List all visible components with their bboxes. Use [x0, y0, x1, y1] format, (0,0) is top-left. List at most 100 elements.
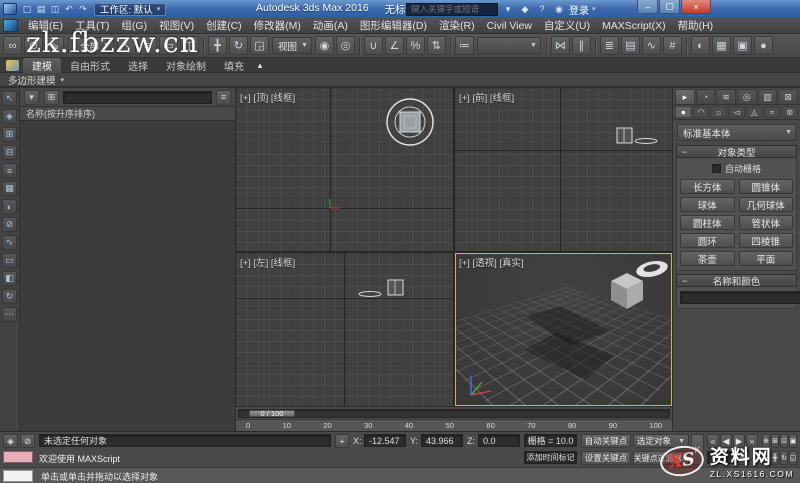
box-and-torus-left-view[interactable]: [358, 275, 410, 301]
object-type-rollout[interactable]: − 对象类型: [676, 145, 797, 159]
tab-selection[interactable]: 选择: [119, 58, 157, 73]
tab-object-paint[interactable]: 对象绘制: [157, 58, 215, 73]
menu-graph-editors[interactable]: 图形编辑器(D): [354, 18, 433, 34]
snaps-toggle-icon[interactable]: ∪: [363, 36, 383, 55]
explorer-grid-icon[interactable]: ▦: [2, 181, 17, 196]
ribbon-minimize-icon[interactable]: ▴: [253, 59, 267, 72]
edit-named-sets-icon[interactable]: ≔: [454, 36, 474, 55]
maxscript-listener-strip[interactable]: [3, 470, 33, 482]
menu-help[interactable]: 帮助(H): [672, 18, 720, 34]
teapot-button[interactable]: 茶壶: [680, 251, 735, 266]
explorer-pin-icon[interactable]: ◈: [2, 109, 17, 124]
y-coordinate-field[interactable]: 43.966: [421, 434, 463, 447]
torus-button[interactable]: 圆环: [680, 233, 735, 248]
auto-key-button[interactable]: 自动关键点: [581, 434, 631, 448]
rendered-frame-icon[interactable]: ▣: [732, 36, 752, 55]
box-and-torus-front-view[interactable]: [615, 124, 661, 150]
render-production-icon[interactable]: ●: [753, 36, 773, 55]
lights-category-icon[interactable]: ☼: [710, 106, 728, 118]
viewport-left-label[interactable]: [+] [左] [线框]: [240, 255, 295, 269]
signin-label[interactable]: 登录: [569, 2, 589, 17]
favorites-icon[interactable]: ◆: [518, 3, 532, 16]
undo-icon[interactable]: ↶: [62, 3, 76, 16]
utilities-tab[interactable]: ⊠: [778, 89, 799, 104]
search-options-icon[interactable]: ▾: [501, 3, 515, 16]
track-bar[interactable]: 0 10 20 30 40 50 60 70 80 90 100: [236, 419, 672, 431]
create-tab[interactable]: ▸: [675, 89, 695, 104]
menu-civil-view[interactable]: Civil View: [481, 18, 538, 34]
display-tab[interactable]: ▥: [757, 89, 778, 104]
tube-button[interactable]: 管状体: [738, 215, 793, 230]
z-coordinate-field[interactable]: 0.0: [478, 434, 520, 447]
cameras-category-icon[interactable]: ◅: [728, 106, 745, 118]
render-setup-icon[interactable]: ▦: [711, 36, 731, 55]
save-file-icon[interactable]: ◫: [48, 3, 62, 16]
select-and-scale-icon[interactable]: ◲: [249, 36, 269, 55]
menu-customize[interactable]: 自定义(U): [538, 18, 596, 34]
explorer-add-icon[interactable]: ⊞: [2, 127, 17, 142]
viewport-top[interactable]: [+] [顶] [线框]: [236, 88, 453, 251]
explorer-sort-header[interactable]: 名称(按升序排序): [20, 107, 235, 121]
x-coordinate-field[interactable]: -12.547: [364, 434, 406, 447]
set-key-button[interactable]: 设置关键点: [581, 451, 631, 465]
pyramid-button[interactable]: 四棱锥: [738, 233, 793, 248]
tab-freeform[interactable]: 自由形式: [61, 58, 119, 73]
spacewarps-category-icon[interactable]: ≈: [763, 106, 781, 118]
explorer-list[interactable]: [20, 121, 235, 431]
align-icon[interactable]: ∥: [571, 36, 591, 55]
menu-maxscript[interactable]: MAXScript(X): [596, 18, 672, 34]
autogrid-checkbox[interactable]: [711, 164, 721, 173]
ribbon-config-icon[interactable]: [6, 59, 19, 71]
menu-modifiers[interactable]: 修改器(M): [248, 18, 307, 34]
sphere-button[interactable]: 球体: [680, 197, 735, 212]
select-and-manipulate-icon[interactable]: ◎: [335, 36, 355, 55]
workspace-dropdown[interactable]: 工作区: 默认 ▾: [94, 2, 167, 16]
explorer-list-icon[interactable]: ≡: [2, 163, 17, 178]
use-pivot-point-icon[interactable]: ◉: [314, 36, 334, 55]
explorer-column-icon[interactable]: ◧: [2, 271, 17, 286]
explorer-shade-icon[interactable]: ◐: [2, 199, 17, 214]
selection-lock-icon[interactable]: ⊘: [20, 434, 35, 448]
max-menu-icon[interactable]: [3, 19, 18, 32]
viewport-perspective-label[interactable]: [+] [透视] [真实]: [459, 255, 524, 269]
select-and-rotate-icon[interactable]: ↻: [228, 36, 248, 55]
explorer-curve-icon[interactable]: ∿: [2, 235, 17, 250]
plane-button[interactable]: 平面: [738, 251, 793, 266]
explorer-remove-icon[interactable]: ⊟: [2, 145, 17, 160]
maximize-button[interactable]: ▢: [659, 0, 680, 14]
new-scene-icon[interactable]: ▢: [20, 3, 34, 16]
absolute-mode-icon[interactable]: +: [335, 434, 349, 448]
viewport-left[interactable]: [+] [左] [线框]: [236, 253, 453, 406]
geometry-category-icon[interactable]: ●: [675, 106, 692, 118]
explorer-more-icon[interactable]: ⋯: [2, 307, 17, 322]
named-selection-sets-dropdown[interactable]: ▼: [476, 37, 541, 54]
time-slider-track[interactable]: 0 / 100: [238, 408, 670, 418]
name-color-rollout[interactable]: − 名称和颜色: [676, 274, 797, 288]
menu-rendering[interactable]: 渲染(R): [433, 18, 481, 34]
hierarchy-tab[interactable]: ≋: [716, 89, 737, 104]
shapes-category-icon[interactable]: ◠: [692, 106, 710, 118]
spinner-snap-icon[interactable]: ⇅: [426, 36, 446, 55]
reference-coordinate-dropdown[interactable]: 视图 ▼: [271, 37, 312, 54]
explorer-sync-icon[interactable]: ↻: [2, 289, 17, 304]
modify-tab[interactable]: ◔: [695, 89, 716, 104]
schematic-view-icon[interactable]: #: [662, 36, 682, 55]
viewport-front[interactable]: [+] [前] [线框]: [455, 88, 672, 251]
time-slider-handle[interactable]: 0 / 100: [249, 409, 295, 418]
isolate-selection-icon[interactable]: ◈: [3, 434, 18, 448]
helpers-category-icon[interactable]: ◬: [745, 106, 763, 118]
select-and-link-icon[interactable]: ∞: [3, 36, 22, 55]
box-button[interactable]: 长方体: [680, 179, 735, 194]
explorer-region-icon[interactable]: ▭: [2, 253, 17, 268]
explorer-view-icon[interactable]: ⊞: [44, 89, 59, 105]
explorer-options-icon[interactable]: ≡: [216, 89, 231, 105]
percent-snap-icon[interactable]: %: [405, 36, 425, 55]
minimize-button[interactable]: –: [637, 0, 658, 14]
systems-category-icon[interactable]: ⊛: [781, 106, 799, 118]
close-button[interactable]: ×: [681, 0, 711, 14]
explorer-search-input[interactable]: [63, 90, 212, 104]
explorer-display-dropdown-icon[interactable]: ▾: [24, 89, 39, 105]
tab-populate[interactable]: 填充: [215, 58, 253, 73]
torus-and-box-top-view[interactable]: [384, 96, 436, 148]
open-file-icon[interactable]: ▤: [34, 3, 48, 16]
